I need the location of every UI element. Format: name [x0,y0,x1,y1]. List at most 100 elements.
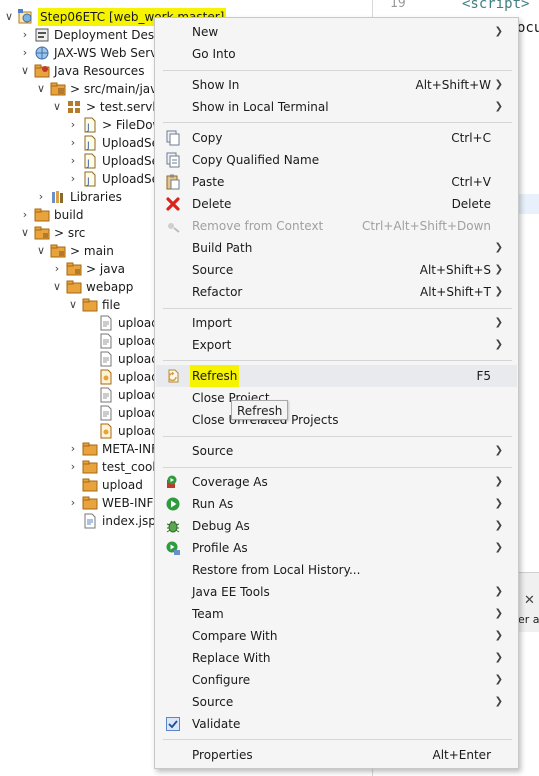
menu-item-import[interactable]: Import ❯ [156,312,517,334]
expand-chevron-icon[interactable]: › [68,497,78,509]
menu-item-label: Show In [192,78,240,92]
menu-item-show-in-local-terminal[interactable]: Show in Local Terminal ❯ [156,96,517,118]
tree-item-text: java [99,262,126,276]
expand-chevron-icon[interactable]: › [36,191,46,203]
menu-item-paste[interactable]: Paste Ctrl+V [156,171,517,193]
expand-chevron-icon[interactable]: › [68,461,78,473]
menu-item-label: Show in Local Terminal [192,100,329,114]
collapse-chevron-icon[interactable]: ∨ [20,227,30,239]
menu-item-restore-local-history[interactable]: Restore from Local History... [156,559,517,581]
menu-separator [163,436,512,437]
tree-item-label: Deployment Descri [54,28,169,42]
menu-item-go-into[interactable]: Go Into [156,43,517,65]
folder-open-icon [82,298,98,312]
menu-item-replace-with[interactable]: Replace With ❯ [156,647,517,669]
collapse-chevron-icon[interactable]: ∨ [20,65,30,77]
submenu-arrow-icon: ❯ [494,586,503,597]
profile-icon [166,541,180,555]
collapse-chevron-icon[interactable]: ∨ [36,83,46,95]
submenu-arrow-icon: ❯ [494,101,503,112]
collapse-chevron-icon[interactable]: ∨ [4,11,14,23]
menu-item-shortcut: Ctrl+C [451,131,491,145]
folder-icon [82,460,98,474]
menu-item-properties[interactable]: Properties Alt+Enter [156,744,517,766]
menu-item-profile-as[interactable]: Profile As ❯ [156,537,517,559]
menu-item-show-in[interactable]: Show In Alt+Shift+W ❯ [156,74,517,96]
folder-icon [66,262,82,276]
menu-item-source-3[interactable]: Source ❯ [156,691,517,713]
menu-item-label: Validate [192,717,241,731]
tree-item-label: META-INF [102,442,159,456]
svg-text:J: J [86,177,90,187]
copy-qualified-name-icon [166,152,180,168]
menu-item-java-ee-tools[interactable]: Java EE Tools ❯ [156,581,517,603]
submenu-arrow-icon: ❯ [494,317,503,328]
menu-item-new[interactable]: New ❯ [156,21,517,43]
menu-item-build-path[interactable]: Build Path ❯ [156,237,517,259]
menu-item-source-2[interactable]: Source ❯ [156,440,517,462]
expand-chevron-icon[interactable]: › [68,443,78,455]
submenu-arrow-icon: ❯ [494,242,503,253]
paste-icon [166,174,180,190]
expand-chevron-icon[interactable]: › [20,209,30,221]
java-resources-icon [34,64,50,78]
menu-item-shortcut: Ctrl+V [451,175,491,189]
jsp-file-icon [84,513,96,529]
menu-item-label: Configure [192,673,251,687]
collapse-chevron-icon[interactable]: ∨ [52,101,62,113]
expand-chevron-icon[interactable]: › [20,47,30,59]
menu-item-label: Compare With [192,629,278,643]
menu-item-label: Refresh [190,365,240,387]
menu-item-validate[interactable]: Validate [156,713,517,735]
collapse-chevron-icon[interactable]: ∨ [36,245,46,257]
tree-item-label: > src [54,226,86,240]
expand-chevron-icon[interactable]: › [68,155,78,167]
expand-chevron-icon[interactable]: › [52,263,62,275]
menu-item-delete[interactable]: Delete Delete [156,193,517,215]
close-icon[interactable]: ✕ [524,593,535,608]
refresh-icon [168,369,179,383]
submenu-arrow-icon: ❯ [494,520,503,531]
menu-item-label: Source [192,695,234,709]
source-folder-icon [50,82,66,96]
tree-item-label: test_cook [102,460,160,474]
menu-item-shortcut: Alt+Shift+W [415,78,492,92]
expand-chevron-icon[interactable]: › [68,173,78,185]
menu-item-configure[interactable]: Configure ❯ [156,669,517,691]
menu-separator [163,70,512,71]
folder-open-icon [34,226,50,240]
menu-item-team[interactable]: Team ❯ [156,603,517,625]
tree-item-label: file [102,298,121,312]
menu-item-copy-qualified-name[interactable]: Copy Qualified Name [156,149,517,171]
run-icon [166,497,180,511]
coverage-icon [167,475,177,488]
menu-item-export[interactable]: Export ❯ [156,334,517,356]
expand-chevron-icon[interactable]: › [68,137,78,149]
menu-item-refresh[interactable]: Refresh F5 [156,365,517,387]
svg-text:J: J [86,123,90,133]
menu-item-label: Go Into [192,47,236,61]
menu-item-debug-as[interactable]: Debug As ❯ [156,515,517,537]
menu-item-source[interactable]: Source Alt+Shift+S ❯ [156,259,517,281]
menu-item-close-project[interactable]: Close Project [156,387,517,409]
line-number: 19 [390,0,406,11]
menu-item-copy[interactable]: Copy Ctrl+C [156,127,517,149]
expand-chevron-icon[interactable]: › [68,119,78,131]
collapse-chevron-icon[interactable]: ∨ [52,281,62,293]
menu-item-compare-with[interactable]: Compare With ❯ [156,625,517,647]
current-line-highlight [519,194,539,214]
image-file-icon [100,369,112,385]
collapse-chevron-icon[interactable]: ∨ [68,299,78,311]
menu-item-label: Coverage As [192,475,268,489]
menu-item-run-as[interactable]: Run As ❯ [156,493,517,515]
menu-item-label: Replace With [192,651,271,665]
expand-chevron-icon[interactable]: › [20,29,30,41]
menu-item-coverage-as[interactable]: Coverage As ❯ [156,471,517,493]
menu-item-label: Copy Qualified Name [192,153,320,167]
menu-separator [163,360,512,361]
submenu-arrow-icon: ❯ [494,445,503,456]
menu-item-label: Import [192,316,232,330]
menu-item-refactor[interactable]: Refactor Alt+Shift+T ❯ [156,281,517,303]
menu-item-shortcut: Alt+Enter [432,748,491,762]
menu-item-close-unrelated-projects[interactable]: Close Unrelated Projects [156,409,517,431]
